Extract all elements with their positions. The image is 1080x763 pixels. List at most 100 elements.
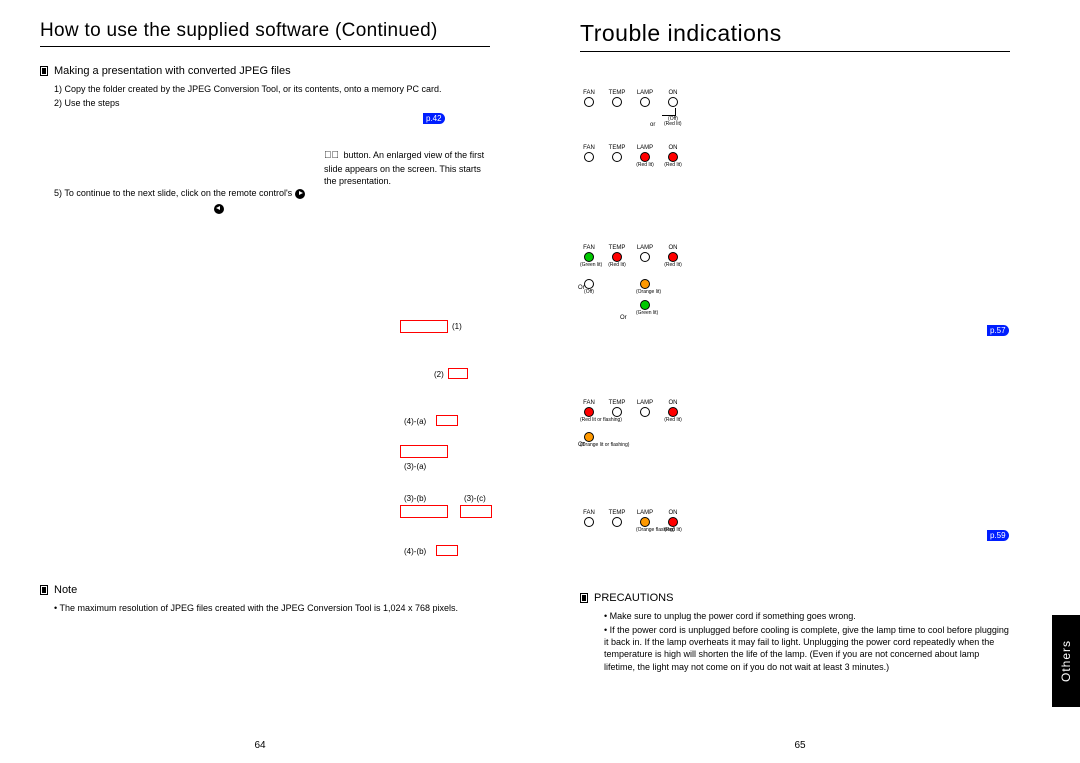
led bbox=[584, 252, 594, 262]
l: TEMP bbox=[608, 510, 626, 516]
precaution-2: If the power cord is unplugged before co… bbox=[604, 624, 1010, 673]
or-label: or bbox=[650, 122, 655, 128]
l: FAN bbox=[580, 145, 598, 151]
led-panel-4: FAN(Red lit or flashing) TEMP LAMP ON(Re… bbox=[580, 400, 682, 448]
precautions-body: Make sure to unplug the power cord if so… bbox=[580, 610, 1010, 673]
l: ON bbox=[664, 510, 682, 516]
diagram-box-2 bbox=[448, 368, 468, 379]
step-5-text: 5) To continue to the next slide, click … bbox=[54, 188, 295, 198]
led bbox=[640, 517, 650, 527]
diagram-box-3b bbox=[400, 505, 448, 518]
section-icon bbox=[580, 593, 588, 603]
section-icon bbox=[40, 66, 48, 76]
s: (Red lit) bbox=[608, 263, 626, 268]
s: (Green lit) bbox=[636, 311, 654, 316]
step-1: 1) Copy the folder created by the JPEG C… bbox=[54, 83, 490, 95]
precaution-1: Make sure to unplug the power cord if so… bbox=[604, 610, 1010, 622]
led bbox=[640, 407, 650, 417]
s: (Orange lit) bbox=[636, 290, 654, 295]
slideshow-icon: ✽⃞ bbox=[324, 149, 339, 163]
state-redlit: (Red lit) bbox=[664, 122, 682, 127]
led-on bbox=[668, 97, 678, 107]
led-panel-3: FAN(Green lit) TEMP(Red lit) LAMP ON(Red… bbox=[580, 245, 682, 316]
led bbox=[612, 517, 622, 527]
page-ref-59[interactable]: p.59 bbox=[987, 530, 1009, 541]
precautions-label: PRECAUTIONS bbox=[594, 592, 673, 604]
led-lamp-label: LAMP bbox=[636, 90, 654, 96]
rule bbox=[40, 46, 490, 47]
led-lamp bbox=[640, 97, 650, 107]
l: LAMP bbox=[636, 400, 654, 406]
s: (Red lit) bbox=[664, 163, 682, 168]
led bbox=[584, 152, 594, 162]
led bbox=[584, 517, 594, 527]
section-title: Making a presentation with converted JPE… bbox=[54, 65, 291, 77]
diagram-label-4a: (4)-(a) bbox=[404, 417, 426, 426]
play-icon bbox=[295, 189, 305, 199]
l: ON bbox=[664, 400, 682, 406]
side-tab-others[interactable]: Others bbox=[1052, 615, 1080, 707]
diagram-box-4a bbox=[436, 415, 458, 426]
led bbox=[668, 252, 678, 262]
led-fan-label: FAN bbox=[580, 90, 598, 96]
led bbox=[584, 432, 594, 442]
s: (Green lit) bbox=[580, 263, 598, 268]
led-temp-label: TEMP bbox=[608, 90, 626, 96]
led bbox=[612, 252, 622, 262]
diagram-box-3c bbox=[460, 505, 492, 518]
l: TEMP bbox=[608, 400, 626, 406]
s: (Red lit) bbox=[636, 163, 654, 168]
l: ON bbox=[664, 245, 682, 251]
diagram-label-3b: (3)-(b) bbox=[404, 494, 426, 503]
diagram: (1) (2) (4)-(a) (3)-(a) (3)-(b) (3)-(c) … bbox=[400, 320, 520, 570]
page-ref-57[interactable]: p.57 bbox=[987, 325, 1009, 336]
l: LAMP bbox=[636, 510, 654, 516]
led bbox=[640, 300, 650, 310]
step-3-block: ✽⃞ button. An enlarged view of the first… bbox=[40, 149, 490, 214]
step-2-text: 2) Use the steps bbox=[54, 98, 120, 108]
l: FAN bbox=[580, 245, 598, 251]
l: TEMP bbox=[608, 145, 626, 151]
page-number-left: 64 bbox=[254, 740, 265, 751]
diagram-label-2: (2) bbox=[434, 370, 444, 379]
diagram-box-4b bbox=[436, 545, 458, 556]
l: FAN bbox=[580, 400, 598, 406]
or-label: Or bbox=[620, 315, 627, 321]
note-text: The maximum resolution of JPEG files cre… bbox=[60, 603, 459, 613]
page-ref-42[interactable]: p.42 bbox=[423, 113, 445, 124]
led-panel-5: FAN TEMP LAMP (Orange flashing) ON (Red li… bbox=[580, 510, 682, 533]
s: (Red lit) bbox=[664, 418, 682, 423]
diagram-label-3a: (3)-(a) bbox=[404, 462, 426, 471]
section-icon bbox=[40, 585, 48, 595]
rule bbox=[580, 51, 1010, 52]
s: (Red lit) bbox=[664, 528, 682, 533]
precautions-head: PRECAUTIONS bbox=[580, 592, 1010, 604]
led-temp bbox=[612, 97, 622, 107]
led-panel-1: FAN TEMP LAMP ON (Off) or (Red lit) bbox=[580, 90, 682, 122]
page-number-right: 65 bbox=[794, 740, 805, 751]
led-panel-2: FAN TEMP LAMP (Red lit) ON (Red lit) bbox=[580, 145, 682, 168]
l: LAMP bbox=[636, 245, 654, 251]
diagram-label-1: (1) bbox=[452, 322, 462, 331]
led bbox=[584, 407, 594, 417]
step-2: 2) Use the steps bbox=[54, 97, 490, 109]
l: FAN bbox=[580, 510, 598, 516]
led bbox=[668, 517, 678, 527]
step-3a-tail: button. An enlarged view of the first sl… bbox=[324, 150, 484, 186]
led bbox=[612, 407, 622, 417]
left-title: How to use the supplied software (Contin… bbox=[40, 20, 490, 42]
l: ON bbox=[664, 145, 682, 151]
s: (Red lit) bbox=[664, 263, 682, 268]
note-body: • The maximum resolution of JPEG files c… bbox=[40, 602, 490, 614]
steps-list: 1) Copy the folder created by the JPEG C… bbox=[40, 83, 490, 109]
l: LAMP bbox=[636, 145, 654, 151]
led bbox=[668, 152, 678, 162]
or-label: Or bbox=[578, 442, 585, 448]
left-page: How to use the supplied software (Contin… bbox=[0, 0, 520, 763]
led bbox=[640, 152, 650, 162]
section-head-presentation: Making a presentation with converted JPE… bbox=[40, 65, 490, 77]
back-icon bbox=[214, 204, 224, 214]
s: (Orange flashing) bbox=[636, 528, 654, 533]
diagram-box-3a-top bbox=[400, 445, 448, 458]
led-on-label: ON bbox=[664, 90, 682, 96]
